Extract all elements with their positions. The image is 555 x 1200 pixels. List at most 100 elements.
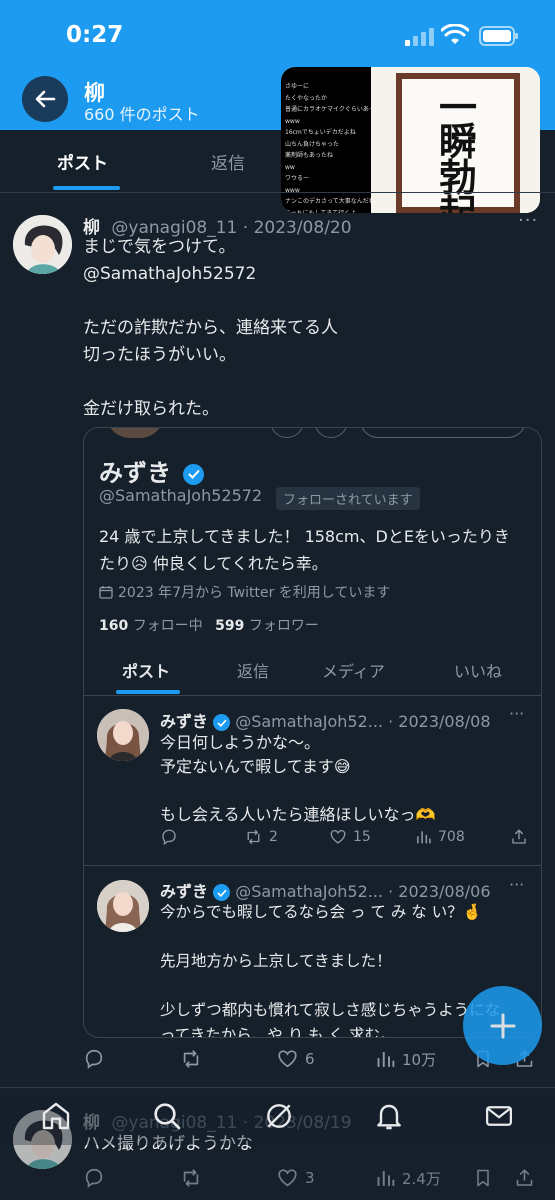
home-icon[interactable] — [40, 1100, 72, 1132]
followers-count[interactable]: 599 — [215, 618, 244, 634]
reply-button[interactable] — [83, 1048, 105, 1070]
post-line: 今日何しようかな〜。 — [160, 733, 321, 752]
retweet-button[interactable] — [179, 1048, 203, 1070]
post-handle-date: @SamathaJoh52... · 2023/08/06 — [235, 882, 491, 901]
like-button[interactable]: 3 — [276, 1167, 315, 1189]
avatar-illustration — [13, 215, 72, 274]
like-count: 3 — [305, 1169, 315, 1187]
views-icon — [417, 831, 431, 844]
search-icon[interactable] — [151, 1100, 183, 1132]
calendar-icon — [99, 586, 113, 599]
joined-date: 2023 年7月から Twitter を利用しています — [118, 585, 391, 601]
arrow-left-icon — [35, 90, 56, 108]
like-button[interactable]: 6 — [276, 1048, 315, 1070]
views-button[interactable]: 10万 — [375, 1048, 436, 1070]
post-author: みずき — [160, 882, 209, 901]
more-options-icon: ··· — [509, 704, 525, 723]
wifi-icon — [441, 24, 469, 44]
notifications-icon[interactable] — [373, 1100, 405, 1132]
retweet-icon — [183, 1050, 199, 1068]
share-action — [510, 828, 528, 846]
views-icon — [377, 1052, 395, 1067]
divider — [0, 1087, 555, 1088]
cropped-follow-button — [360, 428, 526, 438]
compose-button[interactable] — [463, 986, 542, 1065]
retweet-count: 2 — [269, 829, 278, 845]
retweet-icon — [247, 829, 260, 845]
views-action: 708 — [415, 828, 465, 846]
embed-tab-likes: いいね — [454, 662, 503, 681]
following-label[interactable]: フォロー中 — [133, 618, 203, 634]
signal-icon — [405, 28, 434, 46]
embed-handle: @SamathaJoh52572 — [99, 486, 263, 505]
embed-tab-media: メディア — [322, 662, 385, 681]
post-handle-date: @SamathaJoh52... · 2023/08/08 — [235, 712, 491, 731]
video-chat-line: たくやなったか — [285, 94, 328, 102]
tweet-line — [83, 369, 523, 396]
mention-link[interactable]: @SamathaJoh52572 — [83, 261, 523, 288]
cropped-avatar — [106, 428, 164, 438]
post-line — [160, 779, 540, 803]
view-count: 2.4万 — [402, 1169, 441, 1188]
retweet-icon — [183, 1169, 199, 1187]
post-count: 660 件のポスト — [84, 105, 200, 124]
tab-replies[interactable]: 返信 — [211, 149, 245, 174]
video-chat-line: ナンこのデカさって大事なんだね。 — [285, 198, 371, 205]
like-count: 15 — [353, 829, 371, 845]
video-chat-line: www — [285, 117, 300, 125]
views-button[interactable]: 2.4万 — [375, 1167, 441, 1189]
avatar — [97, 709, 149, 761]
share-icon — [516, 1169, 533, 1186]
video-chat-line: さゆーに — [285, 83, 310, 90]
cropped-button — [314, 428, 348, 438]
communities-icon[interactable] — [263, 1100, 295, 1132]
like-action: 15 — [329, 828, 371, 846]
following-count[interactable]: 160 — [99, 618, 128, 634]
reply-button[interactable] — [83, 1167, 105, 1189]
embed-profile-name: みずき — [99, 459, 171, 487]
active-tab-indicator — [53, 186, 120, 190]
embed-tab-posts: ポスト — [122, 662, 171, 681]
post-line: 先月地方から上京してきました！ — [160, 952, 392, 970]
avatar[interactable] — [13, 215, 72, 274]
followers-label[interactable]: フォロワー — [249, 618, 319, 634]
tweet-line — [83, 288, 523, 315]
share-button[interactable] — [514, 1167, 535, 1189]
bio-line: たり😥 仲良くしてくれたら幸。 — [99, 554, 328, 573]
reply-icon — [162, 829, 176, 846]
more-options-icon[interactable]: ··· — [518, 210, 538, 231]
embed-tab-indicator — [116, 690, 180, 694]
tweet-line: まじで気をつけて。 — [83, 237, 236, 257]
bookmark-icon — [477, 1169, 489, 1187]
retweet-action: 2 — [244, 828, 278, 846]
avatar — [97, 880, 149, 932]
divider — [84, 865, 541, 866]
messages-icon[interactable] — [483, 1101, 515, 1131]
tab-posts[interactable]: ポスト — [57, 149, 108, 174]
views-icon — [377, 1171, 395, 1186]
like-count: 6 — [305, 1050, 315, 1068]
reply-icon — [85, 1168, 103, 1188]
post-line — [160, 925, 540, 950]
post-line: 予定ないんで暇してます😅 — [160, 757, 351, 776]
back-button[interactable] — [22, 76, 68, 122]
video-chat-line: 普通にカラオケマイクぐらいあった — [285, 106, 371, 113]
more-options-icon: ··· — [509, 875, 525, 894]
embedded-image[interactable]: みずき @SamathaJoh52572 フォローされています 24 歳で上京し… — [83, 427, 542, 1038]
share-icon — [512, 829, 526, 844]
post-author: みずき — [160, 712, 209, 731]
tweet-line: 金だけ取られた。 — [83, 399, 219, 419]
verified-badge-icon — [183, 463, 205, 485]
battery-icon — [479, 26, 518, 46]
bookmark-button[interactable] — [473, 1167, 493, 1189]
retweet-button[interactable] — [179, 1167, 203, 1189]
view-count: 10万 — [402, 1050, 437, 1069]
follows-you-badge: フォローされています — [276, 487, 420, 510]
post-line: もし会える人いたら連絡ほしいなっ🫶 — [160, 805, 436, 824]
post-line: 今からでも暇してるなら会 っ て み な い？🤞 — [160, 903, 483, 921]
bio-line: 24 歳で上京してきました！ 158cm、DとEをいったりき — [99, 527, 510, 546]
heart-icon — [278, 1050, 297, 1068]
cropped-button — [270, 428, 304, 438]
heart-icon — [330, 829, 346, 844]
reply-action — [160, 828, 178, 846]
